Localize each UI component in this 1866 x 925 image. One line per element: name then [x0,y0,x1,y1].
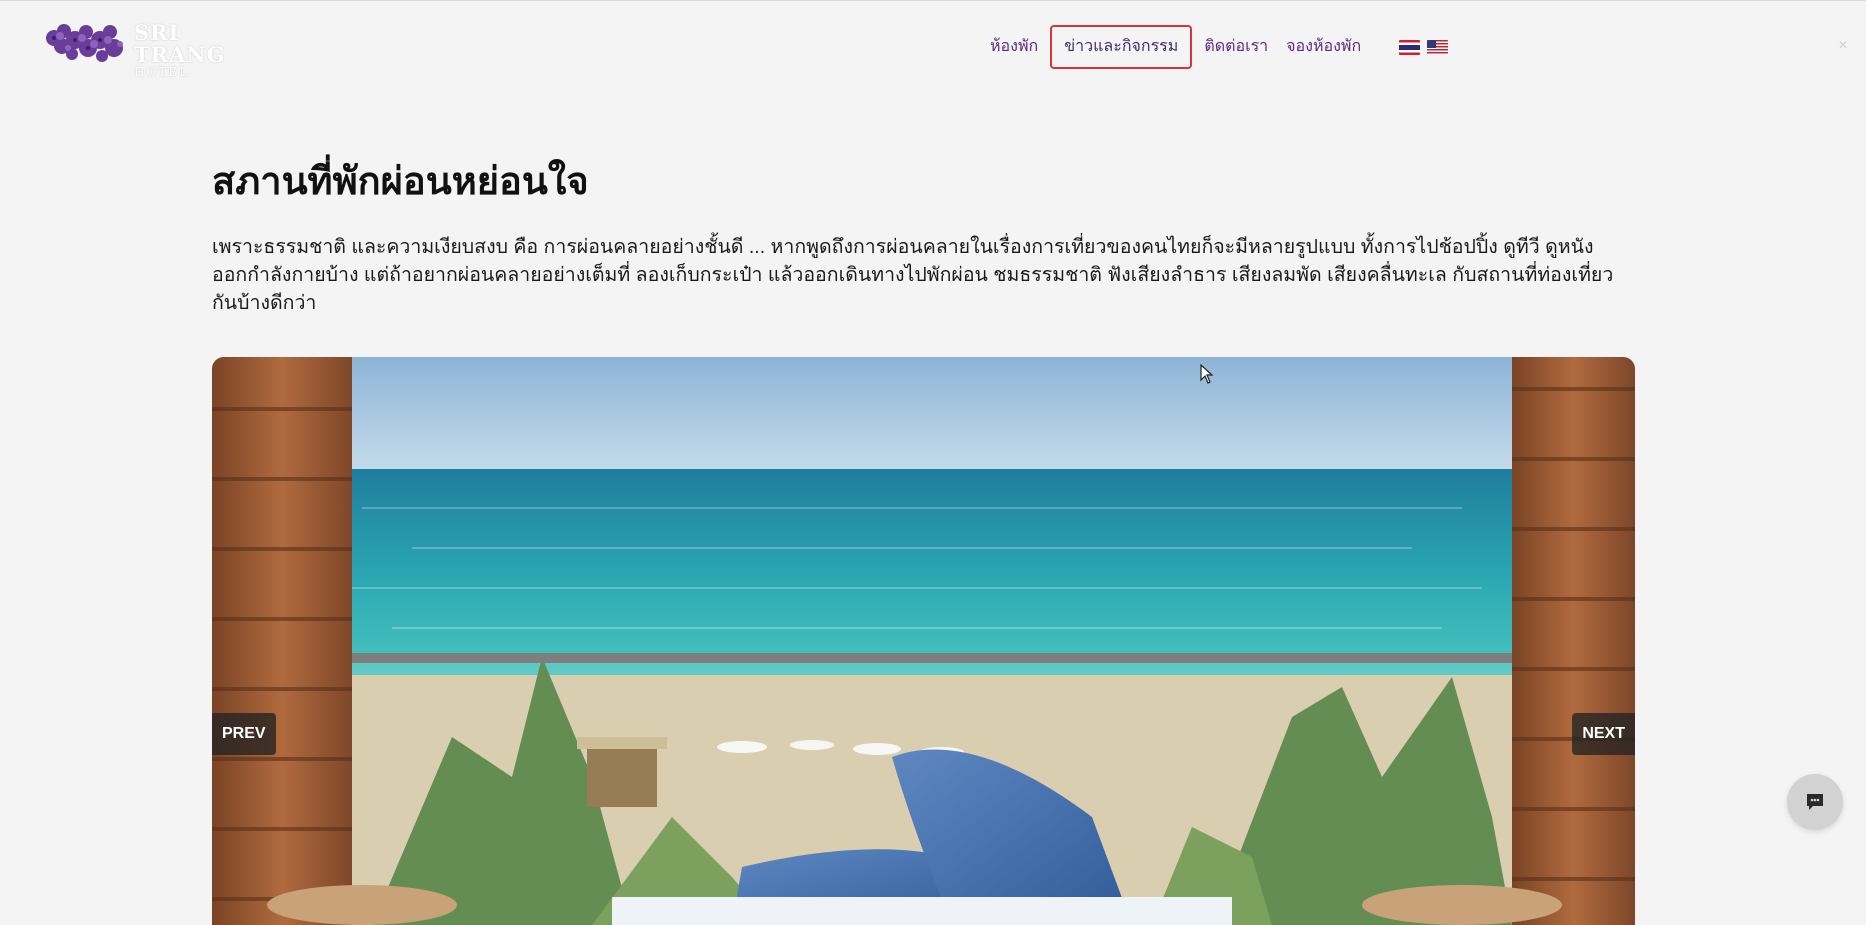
hotel-logo[interactable]: SRI TRANG HOTEL [42,18,272,78]
beach-balcony-photo [212,357,1635,925]
intro-paragraph: เพราะธรรมชาติ และความเงียบสงบ คือ การผ่อ… [212,236,1614,314]
main-nav: ห้องพัก ข่าวและกิจกรรม ติดต่อเรา จองห้อง… [984,25,1455,69]
brand-name: SRI TRANG [134,20,226,67]
next-button[interactable]: NEXT [1572,713,1635,755]
brand-subtitle: HOTEL [134,65,190,79]
page-title: สภานที่พักผ่อนหย่อนใจ [212,161,589,203]
site-header: SRI TRANG HOTEL ห้องพัก ข่าวและกิจกรรม ต… [0,0,1866,92]
prev-button[interactable]: PREV [212,713,276,755]
nav-book-room[interactable]: จองห้องพัก [1280,27,1367,67]
image-slider: PREV NEXT [212,357,1635,925]
thai-flag-icon[interactable] [1399,39,1421,55]
orchid-logo-icon [46,24,123,62]
translate-icon[interactable]: ✕ [1838,38,1848,52]
nav-rooms[interactable]: ห้องพัก [984,27,1044,67]
chat-bubble-icon [1807,794,1823,810]
us-flag-icon[interactable] [1427,39,1449,55]
chat-button[interactable] [1787,774,1843,830]
language-switcher [1399,39,1455,55]
nav-news-activities[interactable]: ข่าวและกิจกรรม [1050,25,1193,69]
nav-contact[interactable]: ติดต่อเรา [1198,27,1274,67]
mouse-pointer-icon [1200,364,1214,384]
logo-text: SRI TRANG HOTEL [134,20,272,79]
